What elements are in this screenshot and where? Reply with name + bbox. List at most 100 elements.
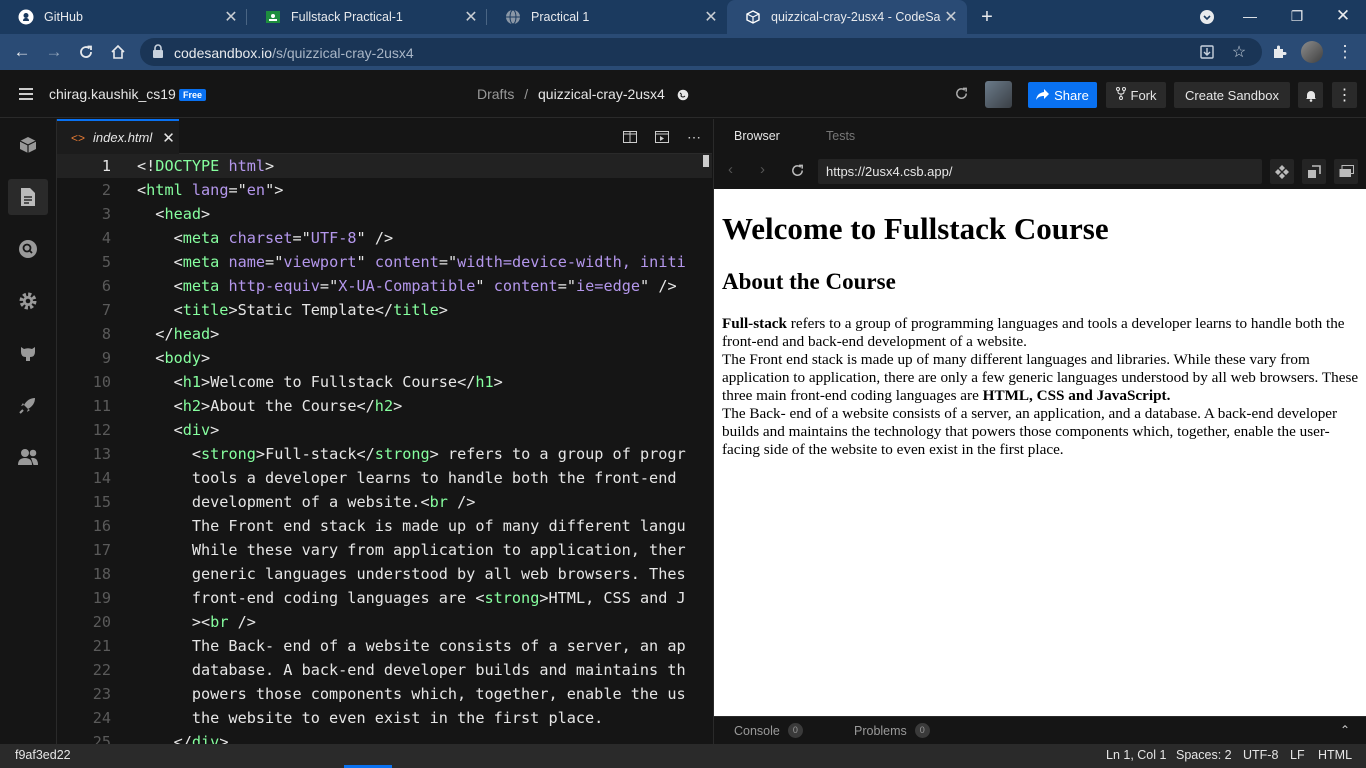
user-avatar[interactable] bbox=[985, 81, 1012, 108]
code-line[interactable]: 13 <strong>Full-stack</strong> refers to… bbox=[57, 442, 712, 466]
close-file-icon[interactable]: ✕ bbox=[162, 129, 175, 147]
code-line[interactable]: 15 development of a website.<br /> bbox=[57, 490, 712, 514]
split-view-icon[interactable] bbox=[620, 127, 640, 147]
code-line[interactable]: 3 <head> bbox=[57, 202, 712, 226]
code-line[interactable]: 1 <!DOCTYPE html> bbox=[57, 154, 712, 178]
line-text[interactable]: <meta http-equiv="X-UA-Compatible" conte… bbox=[137, 274, 677, 298]
code-line[interactable]: 24 the website to even exist in the firs… bbox=[57, 706, 712, 730]
create-sandbox-button[interactable]: Create Sandbox bbox=[1174, 82, 1290, 108]
github-icon[interactable] bbox=[8, 335, 48, 371]
fork-button[interactable]: Fork bbox=[1106, 82, 1166, 108]
deploy-rocket-icon[interactable] bbox=[8, 387, 48, 423]
code-line[interactable]: 14 tools a developer learns to handle bo… bbox=[57, 466, 712, 490]
home-icon[interactable] bbox=[107, 41, 129, 63]
indent-spaces[interactable]: Spaces: 2 bbox=[1176, 748, 1232, 762]
share-button[interactable]: Share bbox=[1028, 82, 1097, 108]
close-tab-icon[interactable]: ✕ bbox=[461, 7, 481, 27]
code-line[interactable]: 4 <meta charset="UTF-8" /> bbox=[57, 226, 712, 250]
sandbox-name[interactable]: quizzical-cray-2usx4 bbox=[538, 86, 665, 102]
tab-search-icon[interactable] bbox=[1184, 0, 1230, 34]
code-line[interactable]: 8 </head> bbox=[57, 322, 712, 346]
editor-tab-index-html[interactable]: <> index.html ✕ bbox=[57, 119, 179, 154]
preview-forward-icon[interactable]: › bbox=[760, 161, 765, 178]
close-tab-icon[interactable]: ✕ bbox=[941, 7, 961, 27]
address-bar[interactable]: codesandbox.io/s/quizzical-cray-2usx4 ☆ bbox=[140, 38, 1262, 66]
code-line[interactable]: 25 </div> bbox=[57, 730, 712, 744]
line-text[interactable]: The Back- end of a website consists of a… bbox=[137, 634, 686, 658]
line-text[interactable]: <title>Static Template</title> bbox=[137, 298, 448, 322]
preview-window-icon[interactable] bbox=[652, 127, 672, 147]
line-text[interactable]: </div> bbox=[137, 730, 229, 744]
search-icon[interactable] bbox=[8, 231, 48, 267]
line-text[interactable]: The Front end stack is made up of many d… bbox=[137, 514, 686, 538]
new-tab-button[interactable]: + bbox=[976, 6, 998, 28]
line-text[interactable]: front-end coding languages are <strong>H… bbox=[137, 586, 686, 610]
code-line[interactable]: 5 <meta name="viewport" content="width=d… bbox=[57, 250, 712, 274]
restore-button[interactable]: ❐ bbox=[1274, 0, 1320, 34]
line-text[interactable]: ><br /> bbox=[137, 610, 256, 634]
console-tab[interactable]: Console 0 bbox=[734, 723, 803, 738]
live-users-icon[interactable] bbox=[8, 439, 48, 475]
editor-more-icon[interactable]: ⋯ bbox=[684, 127, 704, 147]
line-text[interactable]: <head> bbox=[137, 202, 210, 226]
preview-url-input[interactable]: https://2usx4.csb.app/ bbox=[818, 159, 1262, 184]
code-line[interactable]: 12 <div> bbox=[57, 418, 712, 442]
extensions-icon[interactable] bbox=[1268, 41, 1290, 63]
file-encoding[interactable]: UTF-8 bbox=[1243, 748, 1278, 762]
chevron-up-icon[interactable]: ⌃ bbox=[1340, 723, 1350, 737]
install-app-icon[interactable] bbox=[1198, 43, 1216, 61]
code-line[interactable]: 7 <title>Static Template</title> bbox=[57, 298, 712, 322]
breadcrumb-drafts[interactable]: Drafts bbox=[477, 86, 514, 102]
refresh-icon[interactable] bbox=[954, 86, 969, 106]
line-text[interactable]: While these vary from application to app… bbox=[137, 538, 686, 562]
code-line[interactable]: 17 While these vary from application to … bbox=[57, 538, 712, 562]
notifications-bell-icon[interactable] bbox=[1298, 82, 1323, 108]
preview-back-icon[interactable]: ‹ bbox=[728, 161, 733, 178]
line-text[interactable]: <h2>About the Course</h2> bbox=[137, 394, 403, 418]
profile-avatar[interactable] bbox=[1301, 41, 1323, 63]
close-window-button[interactable]: ✕ bbox=[1320, 0, 1366, 34]
code-line[interactable]: 11 <h2>About the Course</h2> bbox=[57, 394, 712, 418]
code-line[interactable]: 9 <body> bbox=[57, 346, 712, 370]
browser-menu-icon[interactable]: ⋮ bbox=[1334, 41, 1356, 63]
line-text[interactable]: <strong>Full-stack</strong> refers to a … bbox=[137, 442, 686, 466]
project-info-icon[interactable] bbox=[8, 127, 48, 163]
code-line[interactable]: 22 database. A back-end developer builds… bbox=[57, 658, 712, 682]
explorer-files-icon[interactable] bbox=[8, 179, 48, 215]
line-text[interactable]: <meta charset="UTF-8" /> bbox=[137, 226, 394, 250]
line-text[interactable]: <body> bbox=[137, 346, 210, 370]
forward-arrow-icon[interactable]: → bbox=[43, 41, 65, 63]
reload-icon[interactable] bbox=[75, 41, 97, 63]
line-text[interactable]: the website to even exist in the first p… bbox=[137, 706, 603, 730]
line-text[interactable]: database. A back-end developer builds an… bbox=[137, 658, 686, 682]
more-menu-icon[interactable]: ⋮ bbox=[1332, 82, 1357, 108]
responsive-view-icon[interactable] bbox=[1334, 159, 1358, 184]
line-text[interactable]: generic languages understood by all web … bbox=[137, 562, 686, 586]
line-text[interactable]: development of a website.<br /> bbox=[137, 490, 476, 514]
close-tab-icon[interactable]: ✕ bbox=[701, 7, 721, 27]
minimize-button[interactable]: — bbox=[1227, 0, 1273, 34]
problems-tab[interactable]: Problems 0 bbox=[854, 723, 930, 738]
language-mode[interactable]: HTML bbox=[1318, 748, 1352, 762]
line-text[interactable]: <meta name="viewport" content="width=dev… bbox=[137, 250, 686, 274]
line-ending[interactable]: LF bbox=[1290, 748, 1305, 762]
code-line[interactable]: 10 <h1>Welcome to Fullstack Course</h1> bbox=[57, 370, 712, 394]
code-line[interactable]: 18 generic languages understood by all w… bbox=[57, 562, 712, 586]
bookmark-star-icon[interactable]: ☆ bbox=[1230, 43, 1248, 61]
line-text[interactable]: tools a developer learns to handle both … bbox=[137, 466, 677, 490]
line-text[interactable]: <!DOCTYPE html> bbox=[137, 154, 274, 178]
devtools-icon[interactable] bbox=[1270, 159, 1294, 184]
browser-tab-practical-1[interactable]: Practical 1 ✕ bbox=[487, 0, 727, 34]
browser-tab-codesandbox[interactable]: quizzical-cray-2usx4 - CodeSandbox ✕ bbox=[727, 0, 967, 34]
code-line[interactable]: 20 ><br /> bbox=[57, 610, 712, 634]
code-line[interactable]: 23 powers those components which, togeth… bbox=[57, 682, 712, 706]
line-text[interactable]: </head> bbox=[137, 322, 219, 346]
menu-icon[interactable] bbox=[19, 88, 33, 103]
code-line[interactable]: 16 The Front end stack is made up of man… bbox=[57, 514, 712, 538]
tab-browser[interactable]: Browser bbox=[734, 129, 780, 143]
cursor-position[interactable]: Ln 1, Col 1 bbox=[1106, 748, 1166, 762]
code-line[interactable]: 2 <html lang="en"> bbox=[57, 178, 712, 202]
code-lines[interactable]: 1 <!DOCTYPE html> 2 <html lang="en"> 3 <head… bbox=[57, 154, 712, 744]
code-line[interactable]: 21 The Back- end of a website consists o… bbox=[57, 634, 712, 658]
code-line[interactable]: 19 front-end coding languages are <stron… bbox=[57, 586, 712, 610]
